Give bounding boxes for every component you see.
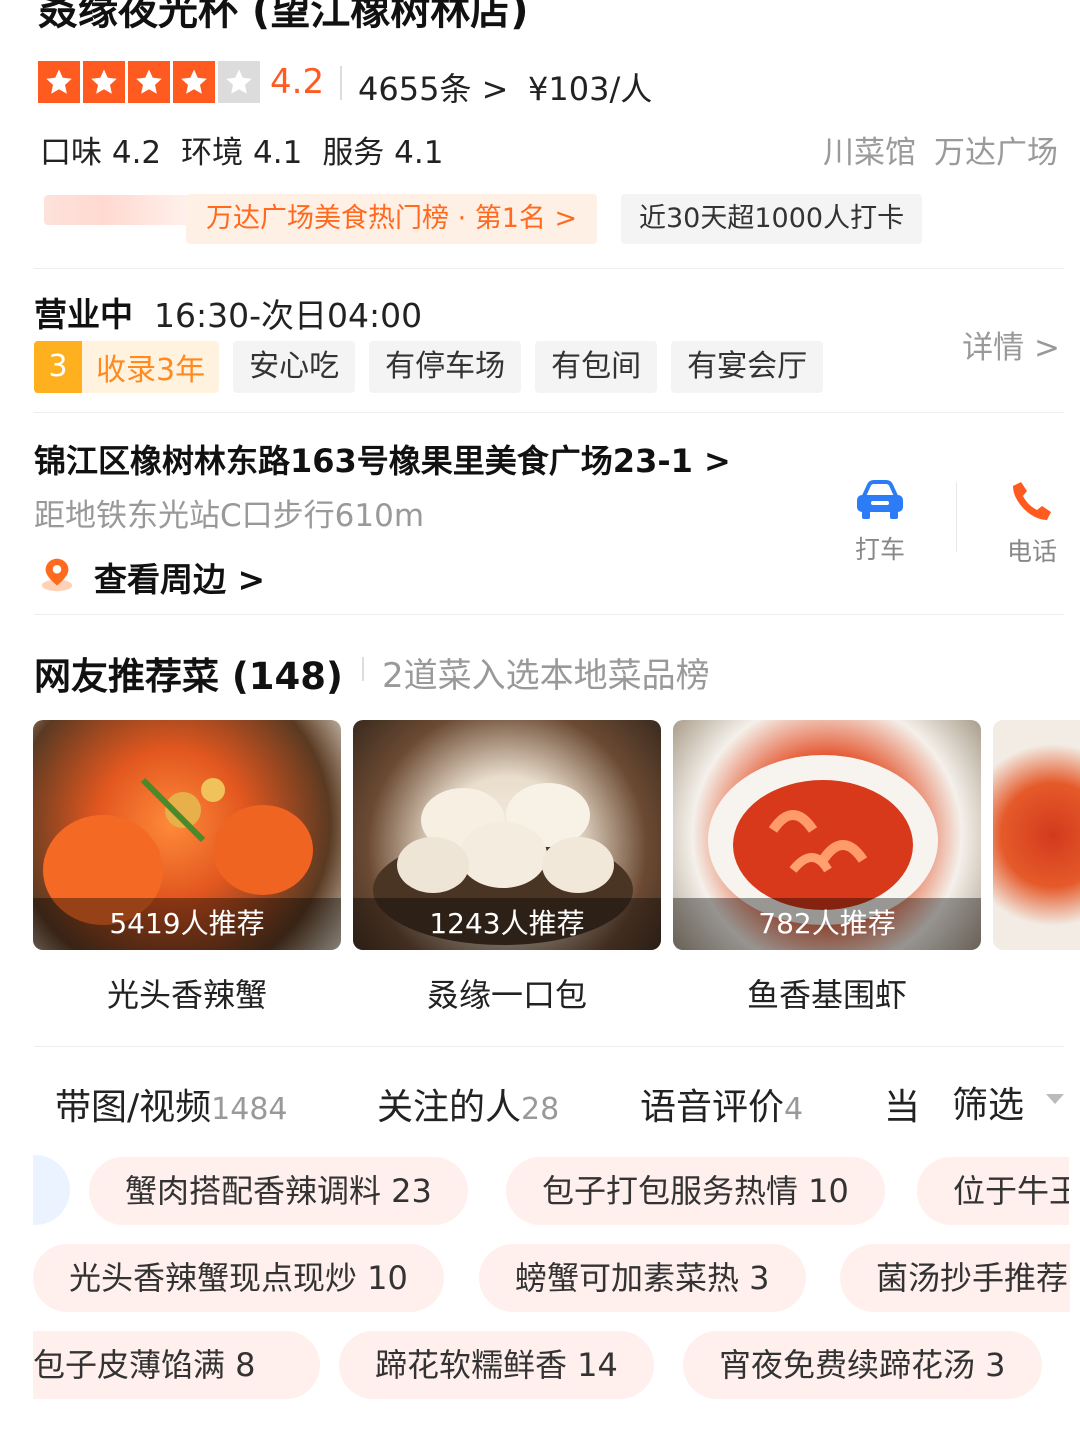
tab-label: 语音评价 — [640, 1087, 785, 1128]
keyword-tag[interactable]: 包子打包服务热情 10 — [506, 1157, 885, 1225]
years-text: 收录3年 — [96, 353, 206, 388]
tab-label: 带图/视频 — [55, 1087, 212, 1128]
star-icon — [173, 61, 215, 103]
years-badge: 3 收录3年 — [34, 341, 220, 393]
location-pin-icon — [41, 558, 73, 592]
recommend-count: 5419人推荐 — [33, 898, 341, 950]
recommend-count: 1243人推荐 — [353, 898, 661, 950]
category-tags: 川菜馆 万达广场 — [805, 127, 1058, 172]
divider — [956, 482, 957, 552]
open-hours: 16:30-次日04:00 — [154, 296, 423, 335]
view-nearby-link[interactable]: 查看周边 > — [94, 553, 265, 601]
category-tag[interactable]: 川菜馆 — [823, 135, 916, 171]
star-icon — [128, 61, 170, 103]
keyword-tag[interactable]: 位于牛王 — [917, 1157, 1069, 1225]
filter-button[interactable]: 筛选 — [922, 1062, 1080, 1142]
keyword-tag[interactable]: 光头香辣蟹现点现炒 10 — [33, 1244, 444, 1312]
recommended-dishes-title: 网友推荐菜 (148) — [34, 655, 343, 698]
tab-count: 28 — [521, 1092, 560, 1127]
environment-score: 环境 4.1 — [181, 135, 303, 171]
dish-photo[interactable]: 5419人推荐 — [33, 720, 341, 950]
feature-tag: 有停车场 — [369, 341, 522, 393]
divider — [34, 268, 1064, 269]
metro-distance: 距地铁东光站C口步行610m — [34, 498, 425, 534]
taxi-label: 打车 — [854, 535, 905, 564]
recommend-count: 782人推荐 — [673, 898, 981, 950]
divider — [340, 66, 342, 100]
avg-price: ¥103/人 — [528, 70, 653, 108]
tab-truncated[interactable]: 当 — [884, 1078, 920, 1130]
divider — [34, 614, 1064, 615]
taxi-button[interactable]: 打车 — [840, 478, 920, 566]
phone-button[interactable]: 电话 — [992, 478, 1072, 568]
star-empty-icon — [218, 61, 260, 103]
keyword-tag[interactable]: 包子皮薄馅满 8 — [33, 1331, 320, 1399]
chevron-down-icon — [1046, 1094, 1064, 1104]
keyword-tag[interactable]: 螃蟹可加素菜热 3 — [479, 1244, 806, 1312]
phone-icon — [1013, 482, 1051, 520]
checkin-badge: 近30天超1000人打卡 — [621, 194, 923, 244]
tab-following[interactable]: 关注的人28 — [377, 1078, 559, 1130]
ranking-badge[interactable]: 万达广场美食热门榜 · 第1名 > — [186, 194, 598, 244]
car-icon — [857, 480, 903, 519]
details-link[interactable]: 详情 > — [962, 322, 1060, 367]
keyword-tag[interactable]: 菌汤抄手推荐 — [840, 1244, 1070, 1312]
open-status: 营业中 — [34, 295, 133, 334]
partial-pill — [33, 1155, 70, 1225]
dish-name: 光头香辣蟹 — [106, 976, 267, 1014]
keyword-tag[interactable]: 宵夜免费续蹄花汤 3 — [683, 1331, 1042, 1399]
keyword-tag[interactable]: 蹄花软糯鲜香 14 — [339, 1331, 654, 1399]
dish-name: 鱼香基围虾 — [746, 976, 907, 1014]
dish-ranking-note[interactable]: 2道菜入选本地菜品榜 — [382, 648, 710, 697]
tab-label: 关注的人 — [377, 1087, 522, 1128]
star-rating — [38, 61, 260, 103]
feature-tag: 安心吃 — [233, 341, 356, 393]
category-tag[interactable]: 万达广场 — [934, 135, 1058, 171]
dish-name: 叒缘一口包 — [426, 976, 587, 1014]
star-icon — [38, 61, 80, 103]
years-number: 3 — [34, 341, 82, 393]
tab-photo-video[interactable]: 带图/视频1484 — [55, 1078, 288, 1130]
divider — [362, 657, 364, 681]
feature-tag: 有包间 — [535, 341, 658, 393]
sub-scores: 口味 4.2 环境 4.1 服务 4.1 — [40, 127, 463, 172]
dish-photo[interactable] — [993, 720, 1080, 950]
feature-tag: 有宴会厅 — [671, 341, 824, 393]
star-icon — [83, 61, 125, 103]
address-link[interactable]: 锦江区橡树林东路163号橡果里美食广场23-1 > — [34, 436, 731, 482]
rating-score: 4.2 — [270, 62, 325, 102]
filter-label: 筛选 — [952, 1085, 1025, 1126]
tab-count: 1484 — [211, 1092, 288, 1127]
taste-score: 口味 4.2 — [40, 135, 162, 171]
phone-label: 电话 — [1006, 537, 1057, 566]
shop-name: 叒缘夜光杯 (望江橡树林店) — [38, 0, 529, 34]
review-count-link[interactable]: 4655条 > — [358, 64, 508, 110]
divider — [34, 412, 1064, 413]
tab-label: 当 — [884, 1087, 921, 1128]
dish-photo[interactable]: 782人推荐 — [673, 720, 981, 950]
service-score: 服务 4.1 — [322, 135, 444, 171]
dish-photo[interactable]: 1243人推荐 — [353, 720, 661, 950]
tab-voice-review[interactable]: 语音评价4 — [640, 1078, 803, 1130]
blurred-badge — [44, 195, 190, 225]
divider — [34, 1046, 1064, 1047]
feature-tags: 3 收录3年 安心吃 有停车场 有包间 有宴会厅 — [34, 341, 824, 393]
tab-count: 4 — [784, 1092, 804, 1127]
keyword-tag[interactable]: 蟹肉搭配香辣调料 23 — [89, 1157, 468, 1225]
